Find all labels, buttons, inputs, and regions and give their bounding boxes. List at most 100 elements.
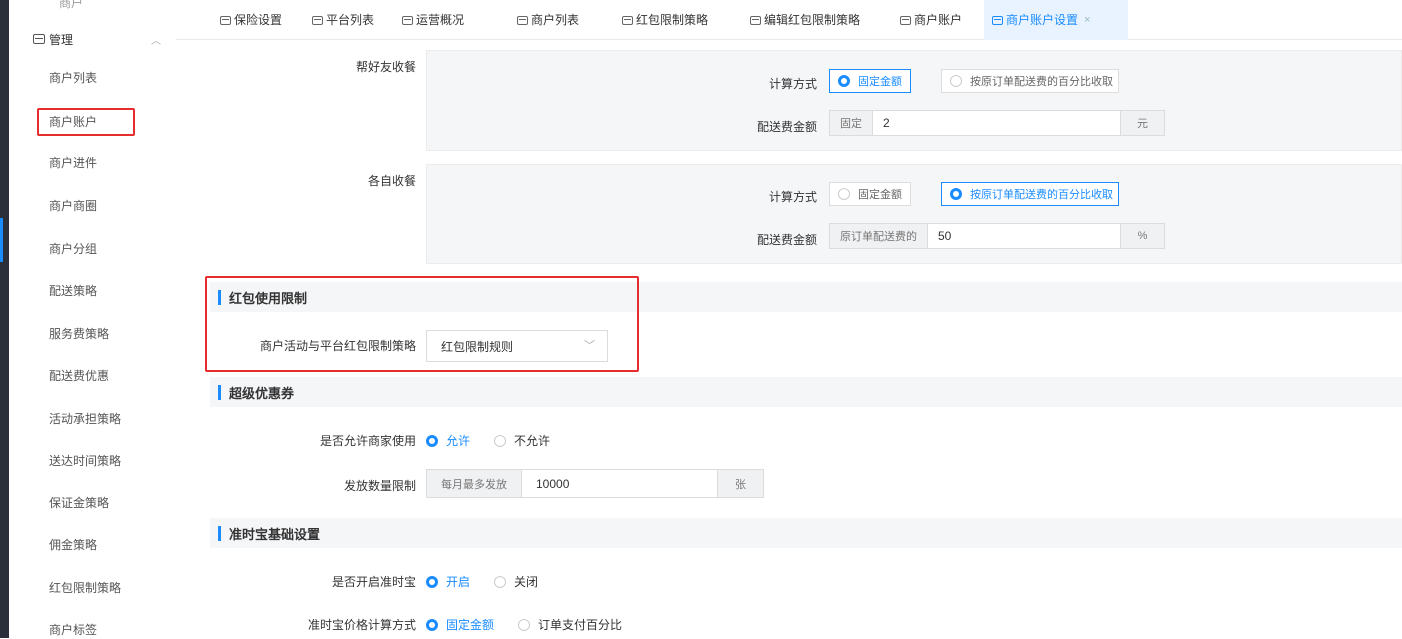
radio-icon [518,618,530,631]
option-label: 按原订单配送费的百分比收取 [970,189,1113,201]
radio-icon [426,434,438,447]
limit-suffix: 张 [717,470,763,497]
sidebar-item-merchant-tags[interactable]: 商户标签 [49,621,97,639]
friend-pickup-label: 帮好友收餐 [355,60,416,74]
store-icon [517,15,528,25]
highlight-box-redpacket [205,276,639,372]
store-icon [622,15,633,25]
option-label: 固定金额 [858,76,902,88]
store-icon [992,15,1003,25]
rail-active-marker [0,218,3,262]
fee-amount-input[interactable]: 原订单配送费的 50 % [829,223,1165,249]
self-pickup-panel: 计算方式 固定金额 按原订单配送费的百分比收取 配送费金额 原订单配送费的 50… [426,164,1402,264]
fee-value[interactable]: 50 [928,224,1120,248]
store-icon [900,15,911,25]
friend-pickup-panel: 计算方式 固定金额 按原订单配送费的百分比收取 配送费金额 固定 2 元 [426,50,1402,151]
tab-merchant-account-settings[interactable]: 商户账户设置 × [984,0,1128,40]
radio-icon [950,188,962,200]
fee-value[interactable]: 2 [873,111,1120,135]
option-label: 固定金额 [858,189,902,201]
section-super-coupon: 超级优惠券 [210,377,1402,407]
coupon-allow-yes[interactable]: 允许 [426,432,470,449]
calc-method-label: 计算方式 [768,77,817,91]
close-icon[interactable]: × [1084,0,1090,40]
section-accent-bar [218,384,221,400]
coupon-allow-label: 是否允许商家使用 [319,434,416,448]
settings-content: 帮好友收餐 计算方式 固定金额 按原订单配送费的百分比收取 配送费金额 固定 2… [176,40,1402,638]
section-ontime-guarantee: 准时宝基础设置 [210,518,1402,548]
coupon-limit-input[interactable]: 每月最多发放 10000 张 [426,469,764,498]
highlight-box-merchant-account [37,108,135,136]
fee-prefix: 固定 [830,111,873,135]
sidebar-item-deposit-policy[interactable]: 保证金策略 [49,494,109,512]
fee-amount-label: 配送费金额 [756,233,817,247]
ontime-calc-fixed[interactable]: 固定金额 [426,616,494,633]
app-rail [0,0,9,638]
section-title: 超级优惠券 [229,385,295,401]
section-title: 准时宝基础设置 [229,526,321,542]
tab-label: 运营概况 [416,13,465,27]
coupon-allow-no[interactable]: 不允许 [494,432,550,449]
sidebar-item-activity-cost-policy[interactable]: 活动承担策略 [49,410,121,428]
sidebar-item-service-fee-policy[interactable]: 服务费策略 [49,325,109,343]
fee-amount-input[interactable]: 固定 2 元 [829,110,1165,136]
fee-suffix: % [1120,224,1164,248]
chevron-up-icon: ︿ [151,36,161,47]
option-fixed-amount[interactable]: 固定金额 [829,182,911,206]
main-area: 保险设置 平台列表 运营概况 商户列表 红包限制策略 编辑红包限制策略 商户账户… [176,0,1402,638]
option-label: 订单支付百分比 [538,618,623,632]
option-fixed-amount[interactable]: 固定金额 [829,69,911,93]
fee-amount-label: 配送费金额 [756,120,817,134]
tab-merchant-list[interactable]: 商户列表 [517,0,579,40]
list-icon [312,15,323,25]
option-percent-of-fee[interactable]: 按原订单配送费的百分比收取 [941,69,1119,93]
ontime-enable-yes[interactable]: 开启 [426,573,470,590]
tab-edit-redpacket-limit-policy[interactable]: 编辑红包限制策略 [750,0,860,40]
limit-prefix: 每月最多发放 [427,470,522,497]
option-label: 按原订单配送费的百分比收取 [970,76,1113,88]
calc-method-label: 计算方式 [768,190,817,204]
option-label: 固定金额 [446,618,495,632]
sidebar-item-merchant-onboarding[interactable]: 商户进件 [49,154,97,172]
sidebar-group-manage[interactable]: 管理 ︿ [33,30,163,48]
fee-suffix: 元 [1120,111,1164,135]
tab-insurance-settings[interactable]: 保险设置 [220,0,282,40]
sidebar-item-delivery-fee-discount[interactable]: 配送费优惠 [49,367,109,385]
radio-icon [838,188,850,200]
option-label: 不允许 [514,434,551,448]
tab-operations-overview[interactable]: 运营概况 [402,0,464,40]
tab-redpacket-limit-policy[interactable]: 红包限制策略 [622,0,708,40]
coupon-limit-label: 发放数量限制 [343,479,416,493]
option-label: 开启 [446,575,471,589]
radio-icon [838,75,850,87]
sidebar-group-label: 管理 [49,32,74,47]
sidebar-item-delivery-time-policy[interactable]: 送达时间策略 [49,452,121,470]
sidebar-item-merchant-group[interactable]: 商户分组 [49,240,97,258]
fee-prefix: 原订单配送费的 [830,224,928,248]
ontime-calc-percent[interactable]: 订单支付百分比 [518,616,622,633]
ontime-calc-label: 准时宝价格计算方式 [307,618,416,632]
option-label: 允许 [446,434,471,448]
store-icon [750,15,761,25]
option-percent-of-fee[interactable]: 按原订单配送费的百分比收取 [941,182,1119,206]
tab-platform-list[interactable]: 平台列表 [312,0,374,40]
radio-icon [494,434,506,447]
tab-label: 商户列表 [531,13,580,27]
sidebar-item-merchant-list[interactable]: 商户列表 [49,69,97,87]
store-icon [33,34,45,44]
section-accent-bar [218,525,221,541]
sidebar-item-redpacket-limit-policy[interactable]: 红包限制策略 [49,579,121,597]
tab-label: 平台列表 [326,13,375,27]
tab-merchant-account[interactable]: 商户账户 [900,0,962,40]
sidebar-item-commission-policy[interactable]: 佣金策略 [49,536,97,554]
limit-value[interactable]: 10000 [522,470,717,497]
ontime-enable-label: 是否开启准时宝 [331,575,416,589]
tab-label: 保险设置 [234,13,283,27]
radio-icon [426,618,438,631]
sidebar-item-merchant-zone[interactable]: 商户商圈 [49,197,97,215]
ontime-enable-no[interactable]: 关闭 [494,573,538,590]
tab-label: 红包限制策略 [636,13,709,27]
tab-label: 编辑红包限制策略 [764,13,861,27]
option-label: 关闭 [514,575,539,589]
sidebar-item-delivery-policy[interactable]: 配送策略 [49,282,97,300]
